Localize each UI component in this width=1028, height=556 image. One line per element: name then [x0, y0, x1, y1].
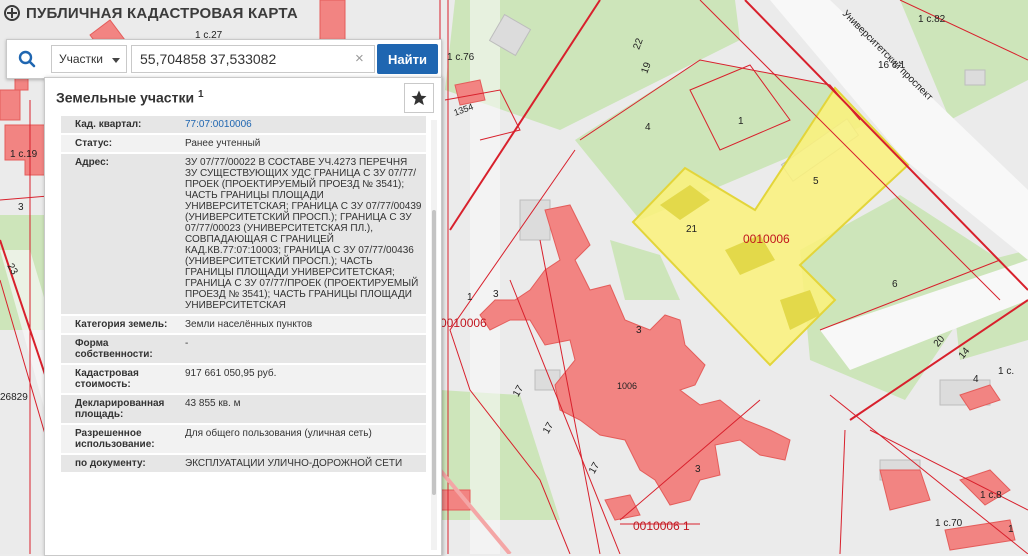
property-value: Ранее учтенный	[185, 138, 261, 149]
property-label: Кад. квартал:	[75, 119, 142, 130]
map-label: 1 с.76	[447, 52, 475, 63]
map-label: 21	[686, 224, 698, 235]
map-label: 1	[738, 116, 744, 127]
close-icon[interactable]: ×	[355, 50, 364, 68]
chevron-down-icon	[112, 58, 120, 63]
map-label: 26829	[0, 392, 28, 403]
map-label: 3	[493, 289, 499, 300]
favorite-button[interactable]	[404, 83, 434, 113]
property-label: Адрес:	[75, 157, 109, 168]
panel-scrollbar[interactable]	[431, 120, 437, 550]
app-header: ПУБЛИЧНАЯ КАДАСТРОВАЯ КАРТА	[0, 0, 324, 26]
map-label: 6	[892, 279, 898, 290]
object-type-select[interactable]: Участки	[51, 45, 127, 73]
object-type-value: Участки	[59, 52, 103, 66]
table-row: Разрешенное использование: Для общего по…	[61, 425, 426, 453]
property-label: Разрешенное использование:	[75, 428, 155, 450]
map-label: 1 с.70	[935, 518, 963, 529]
search-icon[interactable]	[7, 40, 47, 78]
table-row: Кад. квартал: 77:07:0010006	[61, 116, 426, 133]
table-row: Статус: Ранее учтенный	[61, 135, 426, 152]
search-input[interactable]	[131, 45, 375, 73]
map-label: 4	[973, 374, 979, 385]
panel-title-text: Земельные участки	[56, 89, 195, 106]
search-bar: Участки × Найти	[6, 39, 442, 79]
property-label: по документу:	[75, 458, 146, 469]
property-label: Форма собственности:	[75, 338, 153, 360]
property-label: Статус:	[75, 138, 113, 149]
cadastral-quarter-link[interactable]: 77:07:0010006	[181, 116, 426, 133]
property-value: -	[185, 338, 189, 349]
map-label: 4	[645, 122, 651, 133]
map-label: 1006	[617, 381, 637, 391]
table-row: Декларированная площадь: 43 855 кв. м	[61, 395, 426, 423]
map-label: 5	[813, 176, 819, 187]
table-row: Форма собственности: -	[61, 335, 426, 363]
find-button[interactable]: Найти	[377, 44, 438, 74]
app-title: ПУБЛИЧНАЯ КАДАСТРОВАЯ КАРТА	[26, 4, 298, 22]
property-label: Декларированная площадь:	[75, 398, 165, 420]
panel-title: Земельные участки 1	[56, 89, 204, 106]
property-value: 917 661 050,95 руб.	[185, 368, 277, 379]
property-value: Для общего пользования (уличная сеть)	[185, 428, 372, 439]
table-row: по документу: ЭКСПЛУАТАЦИИ УЛИЧНО-ДОРОЖН…	[61, 455, 426, 472]
parcel-info-panel: Земельные участки 1 Кад. квартал: 77:07:…	[44, 77, 442, 556]
property-value: ЭКСПЛУАТАЦИИ УЛИЧНО-ДОРОЖНОЙ СЕТИ	[185, 458, 403, 469]
property-label: Кадастровая стоимость:	[75, 368, 139, 390]
table-row: Категория земель: Земли населённых пункт…	[61, 316, 426, 333]
map-label: 3	[636, 325, 642, 336]
property-value: 43 855 кв. м	[185, 398, 241, 409]
table-row: Адрес: ЗУ 07/77/00022 В СОСТАВЕ УЧ.4273 …	[61, 154, 426, 314]
map-label: 0010006 1	[633, 519, 690, 533]
scrollbar-thumb[interactable]	[432, 210, 436, 495]
map-label: 1 с.82	[918, 14, 946, 25]
map-label: 1 с.	[998, 366, 1014, 377]
map-label: 1	[1008, 524, 1014, 535]
map-logo-icon	[4, 5, 20, 21]
map-label: 0010006	[440, 316, 487, 330]
map-label: 3	[695, 464, 701, 475]
table-row: Кадастровая стоимость: 917 661 050,95 ру…	[61, 365, 426, 393]
map-label: 3	[18, 202, 24, 213]
result-count-badge: 1	[197, 89, 204, 100]
map-label: 0010006	[743, 232, 790, 246]
map-label: 1 с.19	[10, 149, 38, 160]
property-value: ЗУ 07/77/00022 В СОСТАВЕ УЧ.4273 ПЕРЕЧНЯ…	[185, 157, 422, 311]
property-label: Категория земель:	[75, 319, 168, 330]
property-table: Кад. квартал: 77:07:0010006 Статус: Ране…	[61, 116, 426, 555]
map-label: 1	[467, 292, 473, 303]
property-value: Земли населённых пунктов	[185, 319, 313, 330]
star-icon	[411, 90, 427, 106]
map-label: 1 с.8	[980, 490, 1002, 501]
